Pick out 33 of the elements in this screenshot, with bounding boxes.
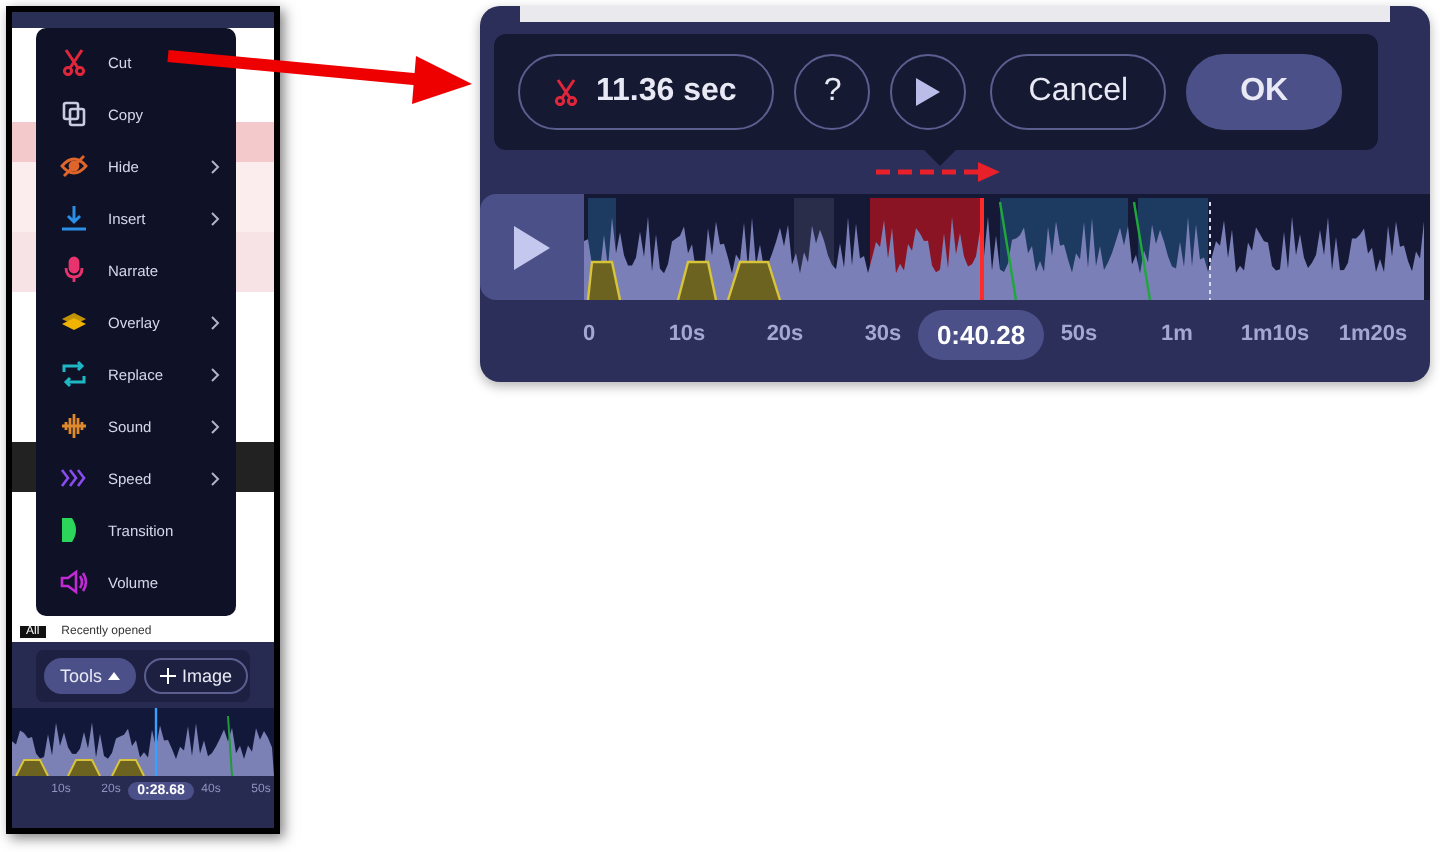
- tools-button[interactable]: Tools: [44, 658, 137, 694]
- play-button[interactable]: [480, 194, 584, 300]
- copy-icon: [60, 100, 88, 128]
- scissors-icon: [60, 48, 88, 76]
- chevrons-icon: [60, 464, 88, 492]
- play-icon: [512, 223, 552, 271]
- time-tick-label: 20s: [766, 322, 804, 346]
- time-tick-label: 30s: [864, 322, 902, 346]
- cut-duration-button[interactable]: 11.36 sec: [518, 54, 775, 130]
- play-icon: [914, 76, 943, 108]
- microphone-icon: [60, 256, 88, 284]
- eye-icon: [60, 152, 88, 180]
- time-tick-label: 1m20s: [1338, 322, 1408, 346]
- dashed-arrow: [876, 162, 1000, 182]
- replace-arrows-icon: [60, 360, 88, 388]
- time-tick-label: 0: [582, 322, 596, 346]
- time-tick-label: 1m10s: [1240, 322, 1310, 346]
- cancel-button[interactable]: Cancel: [990, 54, 1167, 130]
- time-tick-label: 50s: [1060, 322, 1098, 346]
- time-tick-label: 10s: [668, 322, 706, 346]
- download-icon: [60, 204, 88, 232]
- time-tick-label: 1m: [1161, 322, 1193, 346]
- speaker-icon: [60, 568, 88, 596]
- scissors-icon: [552, 78, 580, 106]
- help-button[interactable]: ?: [794, 54, 871, 130]
- image-button[interactable]: Image: [144, 658, 249, 694]
- playhead-time: 0:40.28: [918, 309, 1044, 359]
- plus-icon: [160, 668, 177, 684]
- layers-icon: [60, 308, 88, 336]
- ok-button[interactable]: OK: [1186, 54, 1343, 130]
- sound-wave-icon: [60, 412, 88, 440]
- caret-icon: [108, 672, 121, 680]
- play-button[interactable]: [890, 54, 967, 130]
